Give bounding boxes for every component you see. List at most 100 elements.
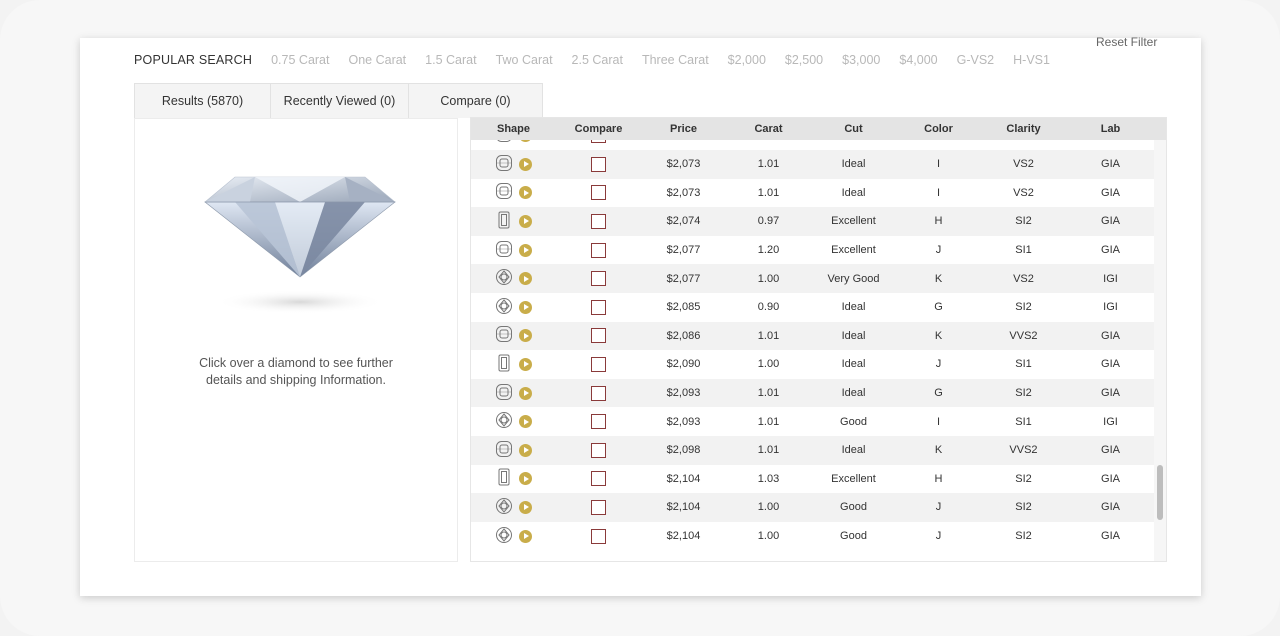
table-body: $2,073 1.01 Ideal I VS2 GIA $2,073 1.01 Ideal I VS…: [471, 140, 1155, 550]
shape-cell: [471, 182, 556, 203]
popular-search-chip[interactable]: $2,000: [728, 53, 766, 67]
compare-checkbox[interactable]: [591, 328, 606, 344]
clarity-cell: SI2: [1015, 530, 1032, 543]
popular-search-bar: POPULAR SEARCH 0.75 Carat One Carat 1.5 Ca…: [134, 51, 1069, 69]
table-row[interactable]: $2,086 1.01 Ideal K VVS2 GIA: [471, 321, 1155, 351]
cut-cell: Ideal: [841, 444, 866, 457]
compare-checkbox[interactable]: [591, 442, 606, 458]
carat-cell: 1.01: [757, 186, 780, 199]
round-icon[interactable]: [495, 497, 513, 518]
compare-checkbox[interactable]: [591, 471, 606, 487]
tab-compare[interactable]: Compare (0): [408, 83, 543, 118]
compare-checkbox[interactable]: [591, 156, 606, 172]
compare-checkbox[interactable]: [591, 385, 606, 401]
play-video-icon[interactable]: [519, 329, 532, 343]
table-row[interactable]: $2,093 1.01 Ideal G SI2 GIA: [471, 378, 1155, 408]
table-row[interactable]: $2,104 1.00 Good J SI2 GIA: [471, 493, 1155, 522]
tab-results[interactable]: Results (5870): [134, 83, 270, 118]
cushion-icon[interactable]: [495, 383, 513, 404]
compare-checkbox[interactable]: [591, 299, 606, 315]
table-row[interactable]: $2,073 1.01 Ideal I VS2 GIA: [471, 179, 1155, 208]
play-video-icon[interactable]: [519, 529, 532, 543]
table-row[interactable]: $2,090 1.00 Ideal J SI1 GIA: [471, 350, 1155, 379]
header-color[interactable]: Color: [896, 118, 981, 140]
table-scrollbar[interactable]: [1154, 140, 1166, 561]
header-clarity[interactable]: Clarity: [981, 118, 1066, 140]
cushion-icon[interactable]: [495, 325, 513, 346]
scrollbar-thumb[interactable]: [1157, 465, 1163, 520]
cushion-icon[interactable]: [495, 240, 513, 261]
round-icon[interactable]: [495, 526, 513, 547]
play-video-icon[interactable]: [519, 214, 532, 228]
header-compare[interactable]: Compare: [556, 118, 641, 140]
header-cut[interactable]: Cut: [811, 118, 896, 140]
popular-search-chip[interactable]: Two Carat: [496, 53, 553, 67]
table-row[interactable]: $2,085 0.90 Ideal G SI2 IGI: [471, 293, 1155, 322]
lab-cell: GIA: [1101, 530, 1120, 543]
reset-filter-link[interactable]: Reset Filter: [1096, 35, 1157, 49]
play-video-icon[interactable]: [519, 157, 532, 171]
play-video-icon: [519, 140, 532, 143]
compare-checkbox[interactable]: [591, 528, 606, 544]
compare-checkbox[interactable]: [591, 185, 606, 201]
compare-checkbox[interactable]: [591, 414, 606, 430]
popular-search-chip[interactable]: 0.75 Carat: [271, 53, 329, 67]
round-icon[interactable]: [495, 268, 513, 289]
popular-search-chip[interactable]: $2,500: [785, 53, 823, 67]
compare-cell: [556, 242, 641, 258]
round-icon[interactable]: [495, 297, 513, 318]
table-row[interactable]: $2,093 1.01 Good I SI1 IGI: [471, 407, 1155, 436]
table-row[interactable]: $2,098 1.01 Ideal K VVS2 GIA: [471, 436, 1155, 465]
play-video-icon[interactable]: [519, 357, 532, 371]
play-video-icon[interactable]: [519, 300, 532, 314]
play-video-icon[interactable]: [519, 415, 532, 429]
emerald-icon[interactable]: [495, 211, 513, 232]
table-row[interactable]: $2,104 1.00 Good J SI2 GIA: [471, 522, 1155, 550]
popular-search-chip[interactable]: One Carat: [348, 53, 406, 67]
play-video-icon[interactable]: [519, 243, 532, 257]
play-video-icon[interactable]: [519, 186, 532, 200]
play-video-icon[interactable]: [519, 386, 532, 400]
header-lab[interactable]: Lab: [1066, 118, 1155, 140]
table-row[interactable]: $2,077 1.20 Excellent J SI1 GIA: [471, 236, 1155, 265]
table-row[interactable]: $2,074 0.97 Excellent H SI2 GIA: [471, 207, 1155, 236]
popular-search-chip[interactable]: Three Carat: [642, 53, 709, 67]
compare-checkbox[interactable]: [591, 499, 606, 515]
price-cell: $2,093: [666, 415, 701, 428]
play-video-icon[interactable]: [519, 443, 532, 457]
cut-cell: Ideal: [841, 158, 866, 171]
table-row[interactable]: $2,073 1.01 Ideal I VS2 GIA: [471, 150, 1155, 179]
lab-cell: IGI: [1103, 301, 1118, 314]
cushion-icon[interactable]: [495, 154, 513, 175]
popular-search-chip[interactable]: H-VS1: [1013, 53, 1050, 67]
play-video-icon[interactable]: [519, 272, 532, 286]
cushion-icon[interactable]: [495, 182, 513, 203]
popular-search-chip[interactable]: $3,000: [842, 53, 880, 67]
popular-search-chip[interactable]: G-VS2: [957, 53, 995, 67]
play-video-icon[interactable]: [519, 472, 532, 486]
tab-recently-viewed[interactable]: Recently Viewed (0): [270, 83, 408, 118]
popular-search-chip[interactable]: 1.5 Carat: [425, 53, 476, 67]
radiant-icon[interactable]: [495, 440, 513, 461]
popular-search-chip[interactable]: $4,000: [899, 53, 937, 67]
header-carat[interactable]: Carat: [726, 118, 811, 140]
color-cell: K: [934, 272, 943, 285]
emerald-icon[interactable]: [495, 354, 513, 375]
compare-checkbox: [591, 140, 606, 144]
header-price[interactable]: Price: [641, 118, 726, 140]
popular-search-chip[interactable]: 2.5 Carat: [572, 53, 623, 67]
compare-checkbox[interactable]: [591, 356, 606, 372]
shape-cell: [471, 240, 556, 261]
compare-checkbox[interactable]: [591, 271, 606, 287]
round-icon[interactable]: [495, 411, 513, 432]
compare-cell: [556, 499, 641, 515]
table-row[interactable]: $2,104 1.03 Excellent H SI2 GIA: [471, 465, 1155, 494]
header-shape[interactable]: Shape: [471, 118, 556, 140]
table-row[interactable]: $2,077 1.00 Very Good K VS2 IGI: [471, 264, 1155, 293]
table-row-partial: [471, 140, 1155, 150]
emerald-icon[interactable]: [495, 468, 513, 489]
play-video-icon[interactable]: [519, 500, 532, 514]
price-cell: $2,093: [666, 387, 701, 400]
compare-checkbox[interactable]: [591, 213, 606, 229]
compare-checkbox[interactable]: [591, 242, 606, 258]
